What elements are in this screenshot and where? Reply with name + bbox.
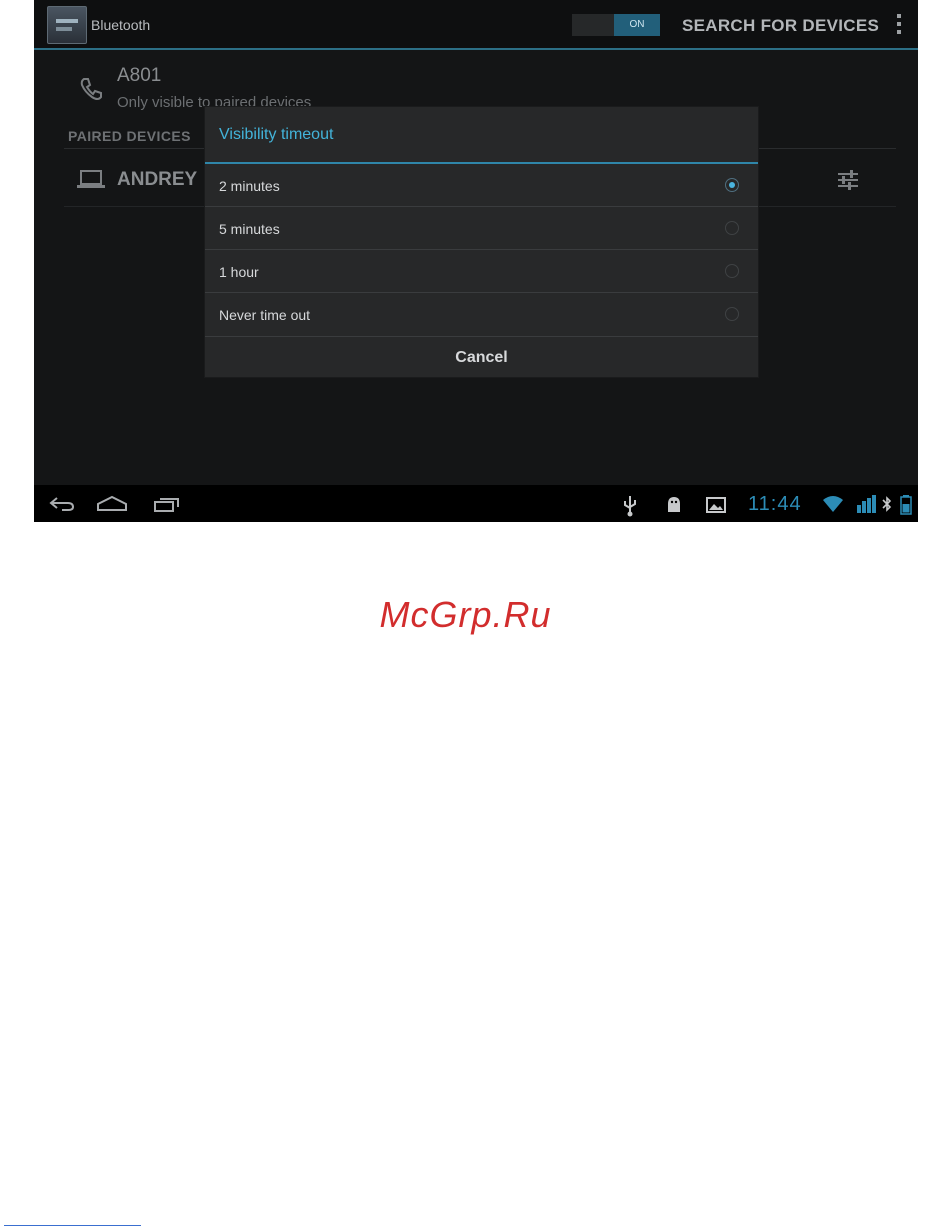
tablet-screen: Bluetooth ON SEARCH FOR DEVICES A801 Onl… [34, 0, 918, 522]
footer-rule [4, 1225, 141, 1226]
bluetooth-settings-icon[interactable] [47, 6, 87, 44]
paired-devices-header: PAIRED DEVICES [68, 128, 191, 144]
system-bar: 11:44 [34, 485, 918, 522]
overflow-menu-icon[interactable] [896, 14, 902, 38]
device-name: A801 [117, 65, 162, 86]
usb-icon [624, 496, 636, 517]
bluetooth-toggle[interactable]: ON [572, 14, 660, 36]
option-1-hour[interactable]: 1 hour [205, 250, 758, 293]
option-label: 2 minutes [219, 178, 280, 194]
option-5-minutes[interactable]: 5 minutes [205, 207, 758, 250]
option-2-minutes[interactable]: 2 minutes [205, 164, 758, 207]
option-never-time-out[interactable]: Never time out [205, 293, 758, 336]
phone-icon [80, 78, 102, 100]
image-icon [706, 497, 726, 513]
toggle-on-label: ON [614, 14, 660, 36]
option-label: 1 hour [219, 264, 259, 280]
option-label: 5 minutes [219, 221, 280, 237]
home-icon[interactable] [96, 495, 128, 513]
laptop-icon [77, 170, 105, 188]
visibility-timeout-dialog: Visibility timeout 2 minutes 5 minutes 1… [205, 107, 758, 377]
search-for-devices-button[interactable]: SEARCH FOR DEVICES [682, 16, 879, 36]
paired-device-name[interactable]: ANDREY [117, 169, 197, 191]
radio-unselected-icon[interactable] [725, 221, 739, 235]
radio-unselected-icon[interactable] [725, 264, 739, 278]
radio-unselected-icon[interactable] [725, 307, 739, 321]
app-title: Bluetooth [91, 17, 151, 33]
action-bar: Bluetooth ON SEARCH FOR DEVICES [34, 0, 918, 50]
dialog-title: Visibility timeout [219, 126, 334, 143]
battery-icon [900, 495, 912, 515]
wifi-icon [823, 496, 843, 512]
watermark-logo: McGrp.Ru [379, 594, 552, 635]
radio-selected-icon[interactable] [725, 178, 739, 192]
device-settings-icon[interactable] [836, 168, 860, 192]
bluetooth-icon [882, 496, 892, 512]
back-icon[interactable] [48, 495, 76, 513]
android-debug-icon [668, 497, 680, 512]
cancel-button[interactable]: Cancel [205, 336, 758, 378]
option-label: Never time out [219, 307, 311, 323]
recent-apps-icon[interactable] [152, 495, 182, 513]
signal-icon [857, 495, 876, 513]
clock: 11:44 [748, 493, 802, 515]
